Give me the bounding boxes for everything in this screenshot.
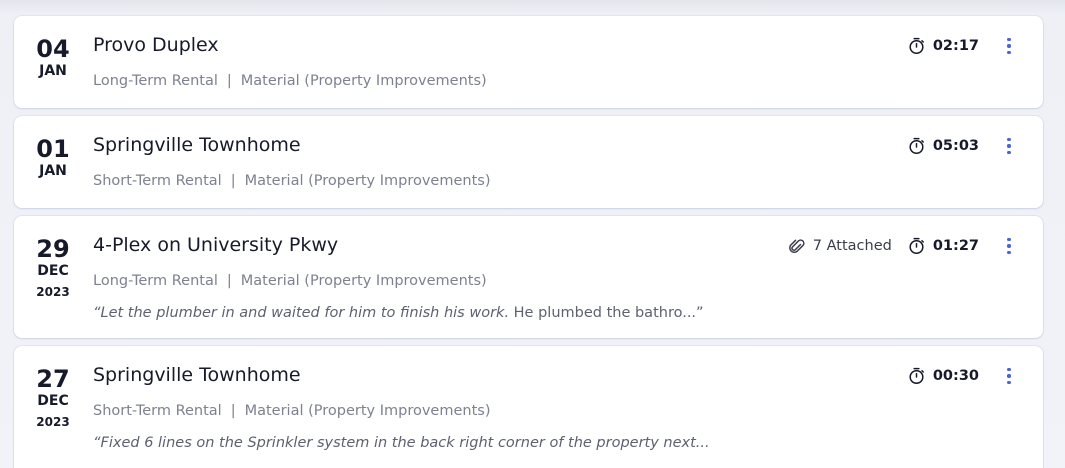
entry-month: JAN <box>39 63 67 79</box>
stopwatch-icon <box>909 137 924 155</box>
entry-day: 27 <box>36 365 70 393</box>
paperclip-icon <box>788 239 805 254</box>
note-plain: He plumbed the bathro...” <box>509 305 704 321</box>
entry-date: 01 JAN <box>24 136 82 180</box>
entry-day: 04 <box>36 35 70 63</box>
note-italic: “Fixed 6 lines on the Sprinkler system i… <box>93 435 710 451</box>
entry-date: 27 DEC 2023 <box>24 366 82 432</box>
duration-value: 00:30 <box>932 368 979 384</box>
entry-duration: 05:03 <box>908 137 979 155</box>
entry-meta: Short-Term Rental | Material (Property Imp… <box>93 403 491 419</box>
attachments-link[interactable]: 7 Attached <box>788 237 892 255</box>
duration-value: 01:27 <box>932 238 979 254</box>
time-entry-card[interactable]: 27 DEC 2023 Springville Townhome Short-T… <box>14 346 1043 468</box>
entry-stats: 00:30 <box>908 367 979 385</box>
entry-day: 29 <box>36 235 70 263</box>
note-italic: “Let the plumber in and waited for him t… <box>93 305 510 321</box>
entry-month: DEC <box>37 393 69 409</box>
entry-day: 01 <box>36 135 70 163</box>
entry-note: “Fixed 6 lines on the Sprinkler system i… <box>93 435 710 451</box>
entry-year: 2023 <box>36 415 70 429</box>
entry-duration: 00:30 <box>908 367 979 385</box>
entry-note: “Let the plumber in and waited for him t… <box>93 305 704 321</box>
rental-type: Long-Term Rental <box>93 73 218 89</box>
meta-separator: | <box>230 403 236 419</box>
entry-month: JAN <box>39 163 67 179</box>
entry-title: 4-Plex on University Pkwy <box>93 234 339 256</box>
entry-date: 29 DEC 2023 <box>24 236 82 302</box>
entry-year: 2023 <box>36 285 70 299</box>
stopwatch-icon <box>909 367 924 385</box>
entry-category: Material (Property Improvements) <box>244 173 491 189</box>
stopwatch-icon <box>909 237 924 255</box>
entry-date: 04 JAN <box>24 36 82 80</box>
entry-duration: 02:17 <box>908 37 979 55</box>
more-vertical-icon[interactable] <box>1001 135 1017 157</box>
rental-type: Long-Term Rental <box>93 273 218 289</box>
entry-stats: 7 Attached 01:27 <box>788 237 979 255</box>
duration-value: 05:03 <box>932 138 979 154</box>
rental-type: Short-Term Rental <box>93 173 222 189</box>
meta-separator: | <box>230 173 236 189</box>
rental-type: Short-Term Rental <box>93 403 222 419</box>
entry-stats: 02:17 <box>908 37 979 55</box>
attachments-count: 7 Attached <box>812 238 892 254</box>
entry-category: Material (Property Improvements) <box>240 73 487 89</box>
entry-category: Material (Property Improvements) <box>240 273 487 289</box>
entry-title: Springville Townhome <box>93 134 301 156</box>
time-entry-card[interactable]: 01 JAN Springville Townhome Short-Term R… <box>14 116 1043 208</box>
more-vertical-icon[interactable] <box>1001 235 1017 257</box>
meta-separator: | <box>226 273 232 289</box>
entry-month: DEC <box>37 263 69 279</box>
entry-stats: 05:03 <box>908 137 979 155</box>
entry-title: Provo Duplex <box>93 34 219 56</box>
stopwatch-icon <box>909 37 924 55</box>
time-entry-card[interactable]: 04 JAN Provo Duplex Long-Term Rental | Mat… <box>14 16 1043 108</box>
duration-value: 02:17 <box>932 38 979 54</box>
entry-category: Material (Property Improvements) <box>244 403 491 419</box>
entry-title: Springville Townhome <box>93 364 301 386</box>
time-entries-list: 04 JAN Provo Duplex Long-Term Rental | Mat… <box>0 0 1065 468</box>
meta-separator: | <box>226 73 232 89</box>
entry-meta: Short-Term Rental | Material (Property Imp… <box>93 173 491 189</box>
time-entry-card[interactable]: 29 DEC 2023 4-Plex on University Pkwy Lo… <box>14 216 1043 338</box>
entry-duration: 01:27 <box>908 237 979 255</box>
entry-meta: Long-Term Rental | Material (Property Impr… <box>93 73 487 89</box>
more-vertical-icon[interactable] <box>1001 365 1017 387</box>
entry-meta: Long-Term Rental | Material (Property Impr… <box>93 273 487 289</box>
more-vertical-icon[interactable] <box>1001 35 1017 57</box>
